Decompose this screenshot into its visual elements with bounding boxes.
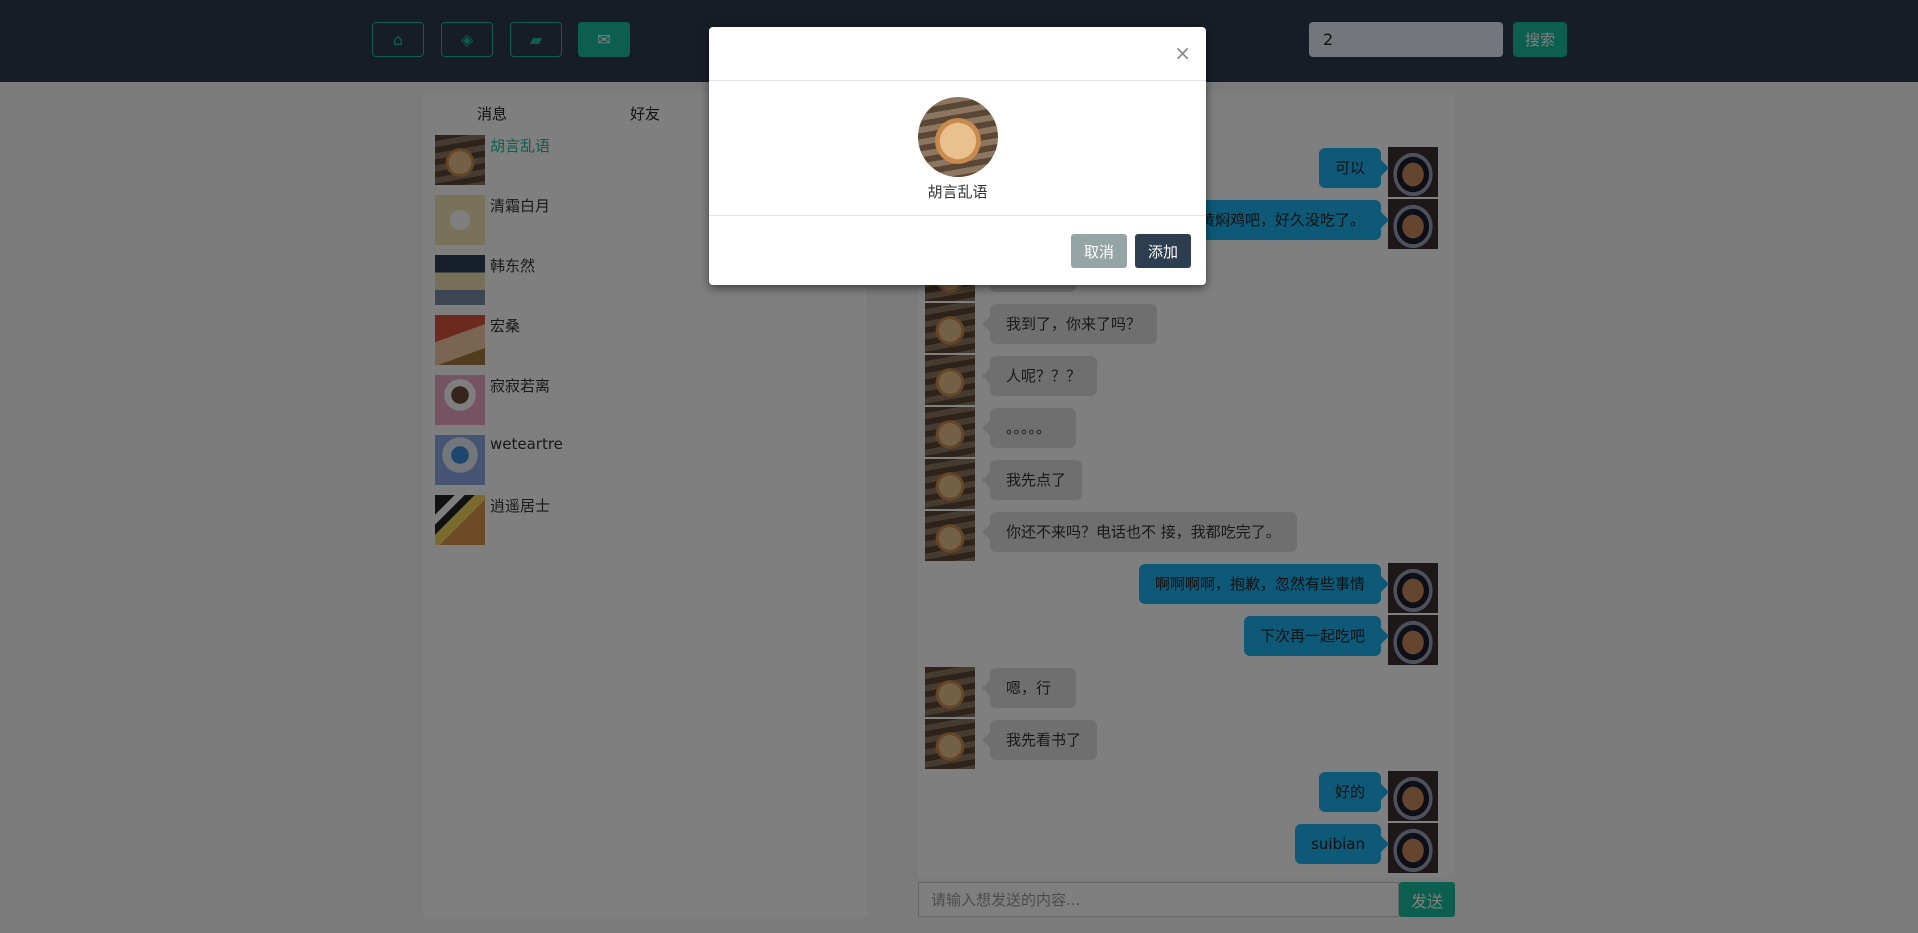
add-friend-modal: × 胡言乱语 取消 添加 (709, 27, 1206, 285)
user-name: 胡言乱语 (927, 183, 988, 201)
close-icon[interactable]: × (1174, 41, 1191, 65)
modal-body: 胡言乱语 (709, 81, 1206, 216)
cancel-button[interactable]: 取消 (1071, 234, 1127, 268)
modal-header: × (709, 27, 1206, 81)
avatar (918, 97, 998, 177)
add-button[interactable]: 添加 (1135, 234, 1191, 268)
